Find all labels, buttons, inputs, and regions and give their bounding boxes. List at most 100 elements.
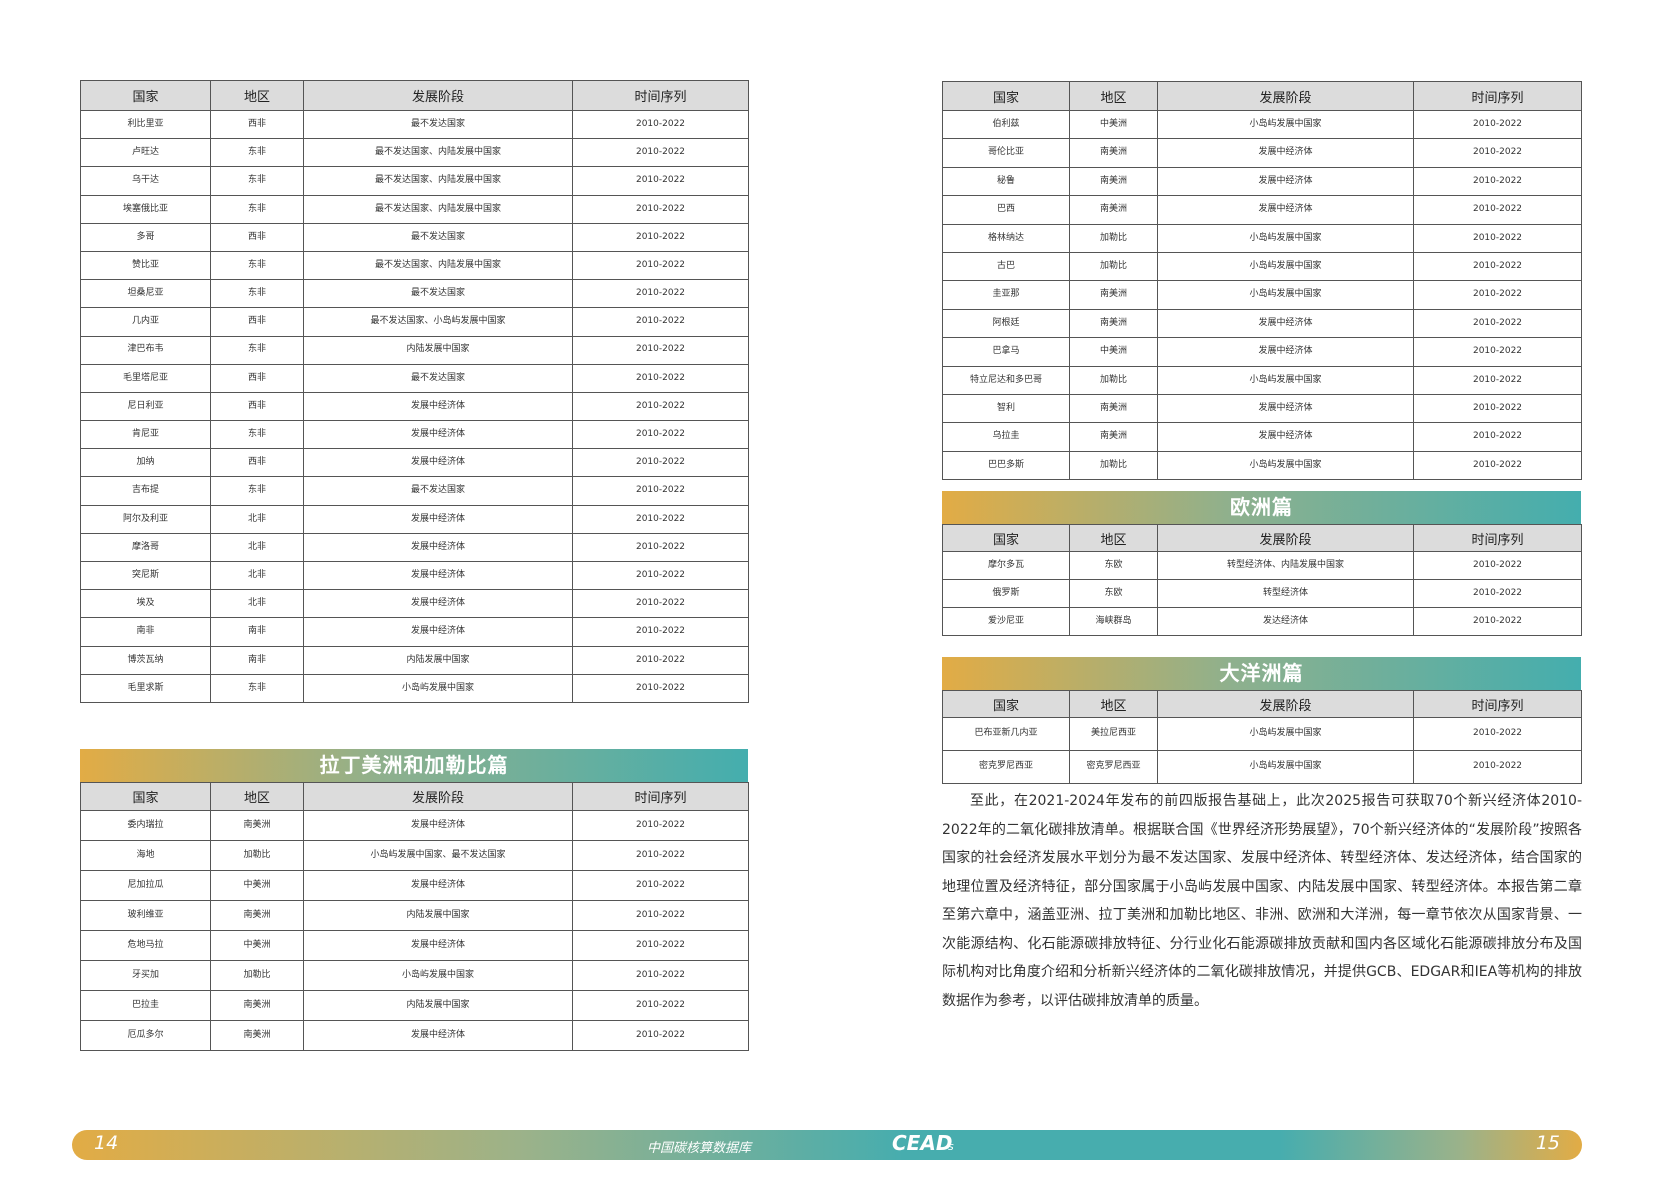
table-cell: 小岛屿发展中国家	[1157, 280, 1414, 310]
table-cell: 西非	[210, 222, 304, 252]
table-cell: 毛里求斯	[80, 673, 211, 703]
table-cell: 发展中经济体	[303, 391, 573, 422]
table-cell: 2010-2022	[572, 307, 749, 337]
table-row: 毛里塔尼亚 西非 最不发达国家 2010-2022	[80, 363, 749, 393]
table-row: 俄罗斯 东欧 转型经济体 2010-2022	[942, 579, 1582, 608]
table-cell: 2010-2022	[1413, 195, 1582, 225]
table-cell: 2010-2022	[572, 504, 749, 534]
table-cell: 北非	[210, 504, 304, 534]
table-row: 埃塞俄比亚 东非 最不发达国家、内陆发展中国家 2010-2022	[80, 194, 749, 224]
table-cell: 北非	[210, 560, 304, 591]
table-cell: 发展中经济体	[303, 617, 573, 647]
table-row: 多哥 西非 最不发达国家 2010-2022	[80, 222, 749, 252]
table-row: 古巴 加勒比 小岛屿发展中国家 2010-2022	[942, 251, 1582, 282]
table-cell: 发展中经济体	[1157, 195, 1414, 225]
column-header: 国家	[942, 690, 1070, 718]
table-cell: 2010-2022	[572, 990, 749, 1021]
page-number-right: 15	[1535, 1132, 1560, 1154]
table-body: 委内瑞拉 南美洲 发展中经济体 2010-2022 海地 加勒比 小岛屿发展中国家、最不发达…	[80, 810, 749, 1051]
column-header: 地区	[210, 782, 304, 811]
table-cell: 2010-2022	[572, 645, 749, 675]
table-cell: 阿根廷	[942, 308, 1070, 339]
column-header: 地区	[1069, 81, 1158, 111]
table-cell: 最不发达国家	[303, 279, 573, 309]
table-cell: 北非	[210, 589, 304, 619]
table-row: 尼日利亚 西非 发展中经济体 2010-2022	[80, 391, 749, 422]
table-cell: 西非	[210, 307, 304, 337]
table-row: 危地马拉 中美洲 发展中经济体 2010-2022	[80, 930, 749, 961]
table-cell: 津巴布韦	[80, 335, 211, 365]
table-body: 利比里亚 西非 最不发达国家 2010-2022 卢旺达 东非 最不发达国家、内陆发展中国家…	[80, 109, 749, 703]
table-cell: 小岛屿发展中国家	[1157, 109, 1414, 140]
table-cell: 东非	[210, 476, 304, 506]
table-cell: 东非	[210, 138, 304, 168]
table-cell: 2010-2022	[1413, 337, 1582, 367]
table-cell: 肯尼亚	[80, 420, 211, 450]
table-cell: 最不发达国家	[303, 222, 573, 252]
table-row: 埃及 北非 发展中经济体 2010-2022	[80, 589, 749, 619]
table-cell: 2010-2022	[572, 476, 749, 506]
table-cell: 利比里亚	[80, 109, 211, 140]
table-cell: 2010-2022	[572, 194, 749, 224]
table-cell: 玻利维亚	[80, 900, 211, 931]
table-cell: 2010-2022	[1413, 365, 1582, 395]
table-cell: 美拉尼西亚	[1069, 717, 1158, 751]
table-row: 吉布提 东非 最不发达国家 2010-2022	[80, 476, 749, 506]
table-row: 秘鲁 南美洲 发展中经济体 2010-2022	[942, 166, 1582, 197]
table-cell: 2010-2022	[1413, 138, 1582, 168]
table-cell: 2010-2022	[1413, 280, 1582, 310]
table-cell: 2010-2022	[572, 363, 749, 393]
table-cell: 2010-2022	[572, 222, 749, 252]
table-row: 博茨瓦纳 南非 内陆发展中国家 2010-2022	[80, 645, 749, 675]
table-cell: 2010-2022	[1413, 422, 1582, 452]
table-cell: 小岛屿发展中国家	[1157, 717, 1414, 751]
table-cell: 发展中经济体	[303, 589, 573, 619]
table-cell: 埃塞俄比亚	[80, 194, 211, 224]
table-cell: 2010-2022	[572, 109, 749, 140]
latam-table: 国家 地区 发展阶段 时间序列 委内瑞拉 南美洲 发展中经济体 2010-2022 海地 加勒比…	[80, 782, 749, 1051]
column-header: 国家	[942, 81, 1070, 111]
table-cell: 2010-2022	[572, 589, 749, 619]
table-cell: 吉布提	[80, 476, 211, 506]
table-cell: 南美洲	[1069, 138, 1158, 168]
table-row: 南非 南非 发展中经济体 2010-2022	[80, 617, 749, 647]
table-cell: 坦桑尼亚	[80, 279, 211, 309]
table-cell: 海峡群岛	[1069, 607, 1158, 636]
table-cell: 小岛屿发展中国家、最不发达国家	[303, 840, 573, 871]
table-cell: 2010-2022	[572, 420, 749, 450]
table-cell: 爱沙尼亚	[942, 607, 1070, 636]
table-row: 哥伦比亚 南美洲 发展中经济体 2010-2022	[942, 138, 1582, 168]
column-header: 发展阶段	[303, 80, 573, 111]
table-cell: 2010-2022	[572, 166, 749, 196]
table-cell: 西非	[210, 448, 304, 478]
database-name: 中国碳核算数据库	[647, 1141, 752, 1156]
table-cell: 东非	[210, 673, 304, 703]
column-header: 发展阶段	[1157, 81, 1414, 111]
table-header: 国家 地区 发展阶段 时间序列	[80, 80, 749, 111]
table-cell: 2010-2022	[572, 391, 749, 422]
table-body: 伯利兹 中美洲 小岛屿发展中国家 2010-2022 哥伦比亚 南美洲 发展中经济体 2010…	[942, 109, 1582, 481]
table-cell: 巴巴多斯	[942, 450, 1070, 481]
table-cell: 发展中经济体	[303, 870, 573, 901]
table-cell: 小岛屿发展中国家	[1157, 750, 1414, 784]
table-cell: 牙买加	[80, 960, 211, 991]
table-cell: 2010-2022	[572, 1020, 749, 1051]
table-cell: 小岛屿发展中国家	[1157, 365, 1414, 395]
table-cell: 最不发达国家、小岛屿发展中国家	[303, 307, 573, 337]
table-cell: 南非	[210, 617, 304, 647]
table-cell: 2010-2022	[572, 250, 749, 281]
table-cell: 发展中经济体	[1157, 166, 1414, 197]
table-cell: 密克罗尼西亚	[1069, 750, 1158, 784]
table-cell: 格林纳达	[942, 223, 1070, 253]
table-cell: 特立尼达和多巴哥	[942, 365, 1070, 395]
column-header: 时间序列	[1413, 690, 1582, 718]
table-row: 巴拿马 中美洲 发展中经济体 2010-2022	[942, 337, 1582, 367]
table-cell: 2010-2022	[572, 960, 749, 991]
table-header: 国家 地区 发展阶段 时间序列	[942, 81, 1582, 111]
table-cell: 中美洲	[210, 930, 304, 961]
table-cell: 加纳	[80, 448, 211, 478]
table-cell: 南美洲	[1069, 422, 1158, 452]
table-cell: 西非	[210, 363, 304, 393]
cead-logo-suffix: s	[948, 1140, 954, 1153]
table-row: 摩洛哥 北非 发展中经济体 2010-2022	[80, 532, 749, 563]
